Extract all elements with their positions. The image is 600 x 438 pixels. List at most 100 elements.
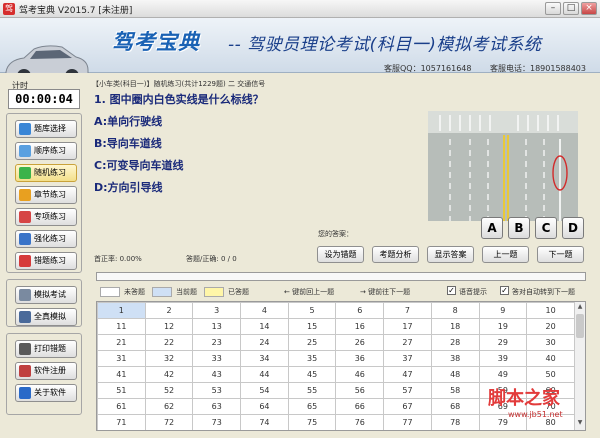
question-cell[interactable]: 31 <box>97 350 146 367</box>
question-cell[interactable]: 21 <box>97 334 146 351</box>
question-cell[interactable]: 4 <box>240 302 289 319</box>
question-cell[interactable]: 25 <box>287 334 337 351</box>
nav-button-0-6[interactable]: 错题练习 <box>15 252 77 270</box>
question-cell[interactable]: 49 <box>478 366 528 383</box>
scroll-down-icon[interactable]: ▼ <box>576 419 584 429</box>
nav-button-0-0[interactable]: 题库选择 <box>15 120 77 138</box>
option-d[interactable]: D:方向引导线 <box>94 179 163 195</box>
question-cell[interactable]: 3 <box>192 302 242 319</box>
question-cell[interactable]: 37 <box>383 350 432 367</box>
question-cell[interactable]: 14 <box>240 318 289 335</box>
question-cell[interactable]: 39 <box>478 350 528 367</box>
question-cell[interactable]: 73 <box>192 414 242 430</box>
nav-button-1-0[interactable]: 模拟考试 <box>15 286 77 304</box>
question-cell[interactable]: 19 <box>478 318 528 335</box>
question-cell[interactable]: 36 <box>335 350 385 367</box>
question-cell[interactable]: 27 <box>383 334 432 351</box>
nav-button-0-5[interactable]: 强化练习 <box>15 230 77 248</box>
prev-question-button[interactable]: 上一题 <box>482 246 529 263</box>
grid-scrollbar[interactable]: ▲ ▼ <box>574 302 585 430</box>
question-cell[interactable]: 48 <box>430 366 480 383</box>
question-cell[interactable]: 22 <box>144 334 194 351</box>
question-cell[interactable]: 10 <box>526 302 575 319</box>
question-cell[interactable]: 55 <box>287 382 337 399</box>
option-c[interactable]: C:可变导向车道线 <box>94 157 183 173</box>
question-cell[interactable]: 18 <box>430 318 480 335</box>
question-cell[interactable]: 34 <box>240 350 289 367</box>
scroll-up-icon[interactable]: ▲ <box>576 303 584 313</box>
option-b[interactable]: B:导向车道线 <box>94 135 162 151</box>
question-cell[interactable]: 16 <box>335 318 385 335</box>
option-a[interactable]: A:单向行驶线 <box>94 113 162 129</box>
question-cell[interactable]: 51 <box>97 382 146 399</box>
mark-wrong-button[interactable]: 设为错题 <box>317 246 364 263</box>
question-cell[interactable]: 40 <box>526 350 575 367</box>
question-cell[interactable]: 44 <box>240 366 289 383</box>
nav-button-0-3[interactable]: 章节练习 <box>15 186 77 204</box>
question-cell[interactable]: 42 <box>144 366 194 383</box>
question-cell[interactable]: 76 <box>335 414 385 430</box>
question-cell[interactable]: 17 <box>383 318 432 335</box>
question-cell[interactable]: 33 <box>192 350 242 367</box>
next-question-button[interactable]: 下一题 <box>537 246 584 263</box>
question-cell[interactable]: 26 <box>335 334 385 351</box>
maximize-button[interactable]: □ <box>563 2 579 15</box>
question-cell[interactable]: 15 <box>287 318 337 335</box>
question-cell[interactable]: 38 <box>430 350 480 367</box>
question-cell[interactable]: 56 <box>335 382 385 399</box>
question-cell[interactable]: 9 <box>478 302 528 319</box>
question-cell[interactable]: 20 <box>526 318 575 335</box>
question-cell[interactable]: 54 <box>240 382 289 399</box>
show-answer-button[interactable]: 显示答案 <box>427 246 474 263</box>
answer-b-button[interactable]: B <box>508 217 530 239</box>
scroll-thumb[interactable] <box>576 314 584 338</box>
auto-next-checkbox[interactable]: ✓ <box>500 286 509 295</box>
question-cell[interactable]: 77 <box>383 414 432 430</box>
question-cell[interactable]: 67 <box>383 398 432 415</box>
question-cell[interactable]: 64 <box>240 398 289 415</box>
answer-d-button[interactable]: D <box>562 217 584 239</box>
question-cell[interactable]: 68 <box>430 398 480 415</box>
question-cell[interactable]: 24 <box>240 334 289 351</box>
question-cell[interactable]: 23 <box>192 334 242 351</box>
question-cell[interactable]: 58 <box>430 382 480 399</box>
question-cell[interactable]: 50 <box>526 366 575 383</box>
voice-prompt-checkbox[interactable]: ✓ <box>447 286 456 295</box>
question-cell[interactable]: 28 <box>430 334 480 351</box>
question-cell[interactable]: 41 <box>97 366 146 383</box>
minimize-button[interactable]: – <box>545 2 561 15</box>
question-cell[interactable]: 2 <box>144 302 194 319</box>
nav-button-0-2[interactable]: 随机练习 <box>15 164 77 182</box>
close-button[interactable]: × <box>581 2 597 15</box>
nav-button-1-1[interactable]: 全真模拟 <box>15 308 77 326</box>
question-cell[interactable]: 53 <box>192 382 242 399</box>
question-cell[interactable]: 12 <box>144 318 194 335</box>
question-cell[interactable]: 32 <box>144 350 194 367</box>
question-cell[interactable]: 1 <box>97 302 146 319</box>
question-cell[interactable]: 65 <box>287 398 337 415</box>
analysis-button[interactable]: 考题分析 <box>372 246 419 263</box>
question-cell[interactable]: 66 <box>335 398 385 415</box>
question-cell[interactable]: 30 <box>526 334 575 351</box>
question-cell[interactable]: 72 <box>144 414 194 430</box>
question-cell[interactable]: 43 <box>192 366 242 383</box>
question-cell[interactable]: 47 <box>383 366 432 383</box>
question-cell[interactable]: 61 <box>97 398 146 415</box>
question-cell[interactable]: 52 <box>144 382 194 399</box>
question-cell[interactable]: 63 <box>192 398 242 415</box>
question-cell[interactable]: 35 <box>287 350 337 367</box>
question-cell[interactable]: 5 <box>287 302 337 319</box>
question-cell[interactable]: 7 <box>383 302 432 319</box>
question-cell[interactable]: 8 <box>430 302 480 319</box>
question-cell[interactable]: 45 <box>287 366 337 383</box>
question-cell[interactable]: 78 <box>430 414 480 430</box>
answer-c-button[interactable]: C <box>535 217 557 239</box>
question-cell[interactable]: 11 <box>97 318 146 335</box>
answer-a-button[interactable]: A <box>481 217 503 239</box>
question-cell[interactable]: 74 <box>240 414 289 430</box>
nav-button-2-1[interactable]: 软件注册 <box>15 362 77 380</box>
nav-button-2-2[interactable]: 关于软件 <box>15 384 77 402</box>
question-cell[interactable]: 6 <box>335 302 385 319</box>
question-cell[interactable]: 75 <box>287 414 337 430</box>
question-cell[interactable]: 29 <box>478 334 528 351</box>
